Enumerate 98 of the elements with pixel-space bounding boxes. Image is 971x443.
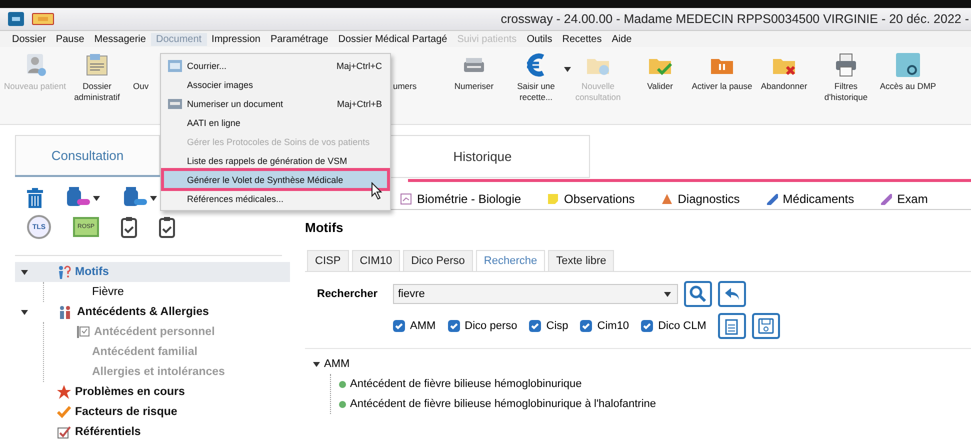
toolbar-button[interactable]: Activer la pause: [691, 52, 753, 92]
menu-option[interactable]: Courrier... Maj+Ctrl+C: [163, 56, 388, 75]
menu-option[interactable]: Générer le Volet de Synthèse Médicale: [163, 170, 388, 189]
toolbar-button[interactable]: Saisir une recette...: [505, 52, 567, 103]
section-title: Motifs: [305, 220, 344, 236]
expand-arrow-icon[interactable]: [20, 270, 28, 274]
mouse-pointer-icon: [371, 182, 383, 200]
clipboard-icon[interactable]: [159, 216, 175, 238]
clipboard-icon[interactable]: [121, 216, 137, 238]
menu-option[interactable]: Numeriser un document Maj+Ctrl+B: [163, 94, 388, 113]
shortcut-label: Maj+Ctrl+B: [336, 98, 382, 108]
toolbar-label[interactable]: Ouv: [133, 81, 163, 92]
sub-tab[interactable]: Texte libre: [548, 250, 614, 271]
menu-item[interactable]: Paramétrage: [265, 32, 334, 46]
menu-item[interactable]: Messagerie: [89, 32, 151, 46]
checkbox-label: Cim10: [597, 320, 630, 332]
capsule-icon: [880, 192, 892, 204]
sub-tab[interactable]: CIM10: [352, 250, 400, 271]
shortcut-label: Maj+Ctrl+C: [336, 60, 382, 70]
document-folder-icon: [84, 52, 110, 78]
trash-icon[interactable]: [27, 188, 43, 208]
document-button[interactable]: [718, 313, 746, 339]
pill-bottle-icon[interactable]: [65, 187, 91, 209]
menu-item[interactable]: Pause: [50, 32, 90, 46]
menu-item[interactable]: Impression: [206, 32, 266, 46]
bullet-dot-icon: [339, 380, 346, 388]
toolbar-button[interactable]: Accès au DMP: [877, 52, 939, 92]
checkbox-label: Dico CLM: [658, 320, 706, 332]
tree-item[interactable]: Facteurs de risque: [75, 406, 178, 418]
person-question-icon: [57, 265, 71, 279]
dropdown-caret-icon[interactable]: [150, 196, 157, 200]
save-icon: [758, 318, 774, 334]
menu-item[interactable]: Aide: [606, 32, 637, 46]
tree-item[interactable]: Référentiels: [75, 426, 141, 438]
checkbox[interactable]: [448, 320, 460, 332]
letter-icon: [168, 60, 182, 72]
window-icon[interactable]: [32, 13, 54, 25]
menu-item[interactable]: Dossier: [7, 32, 51, 46]
toolbar-button[interactable]: Numeriser: [443, 52, 505, 92]
undo-button[interactable]: [718, 281, 746, 307]
menu-option[interactable]: Références médicales...: [163, 189, 388, 208]
toolbar-button[interactable]: Abandonner: [753, 52, 815, 92]
menu-item[interactable]: Outils: [522, 32, 558, 46]
category-tab[interactable]: Exam: [897, 192, 928, 206]
category-tab[interactable]: Médicaments: [782, 192, 854, 206]
checkbox[interactable]: [529, 320, 542, 332]
sub-tab[interactable]: Dico Perso: [403, 250, 473, 271]
category-tab[interactable]: Diagnostics: [678, 192, 740, 206]
expand-arrow-icon[interactable]: [313, 362, 320, 366]
scanner-icon: [168, 98, 182, 108]
sub-tab[interactable]: Recherche: [476, 250, 546, 271]
checkbox[interactable]: [641, 320, 654, 332]
tree-item[interactable]: AMM: [324, 358, 350, 370]
menu-item[interactable]: Dossier Médical Partagé: [333, 32, 452, 46]
search-combo[interactable]: fievre: [393, 284, 678, 304]
toolbar-button[interactable]: Filtres d'historique: [815, 52, 877, 103]
save-button[interactable]: [752, 313, 780, 339]
note-icon: [547, 192, 560, 204]
toolbar-button[interactable]: Dossier administratif: [66, 52, 128, 103]
tree-item[interactable]: Motifs: [75, 266, 109, 278]
check-icon: [57, 405, 71, 419]
app-icon[interactable]: [8, 12, 24, 26]
checkbox[interactable]: [580, 320, 592, 332]
sub-tab[interactable]: CISP: [307, 250, 349, 271]
bullet-dot-icon: [339, 400, 346, 408]
checkbox-label: Dico perso: [464, 320, 518, 332]
toolbar-label[interactable]: umers: [393, 81, 443, 92]
category-tab[interactable]: Biométrie - Biologie: [417, 192, 522, 206]
dropdown-caret-icon[interactable]: [664, 292, 671, 296]
dropdown-caret-icon[interactable]: [93, 196, 100, 200]
search-button[interactable]: [684, 281, 712, 307]
dropdown-caret-icon[interactable]: [564, 67, 571, 72]
star-icon: [57, 385, 71, 399]
tree-item[interactable]: Fièvre: [92, 286, 124, 298]
toolbar-button[interactable]: Valider: [629, 52, 691, 92]
pill-bottle-icon[interactable]: [122, 187, 148, 209]
back-arrow-icon: [723, 286, 741, 302]
search-label: Rechercher: [317, 288, 379, 300]
result-item[interactable]: Antécédent de fièvre bilieuse hémoglobinurique à l'halofantrine: [350, 398, 656, 410]
checkbox-label: AMM: [410, 320, 436, 332]
tree-item[interactable]: Problèmes en cours: [75, 386, 185, 398]
capsule-icon: [766, 192, 778, 204]
menu-item[interactable]: Recettes: [557, 32, 607, 46]
checkbox[interactable]: [393, 320, 405, 332]
people-icon: [57, 305, 73, 319]
printer-icon: [833, 52, 859, 78]
window-title: crossway - 24.00.00 - Madame MEDECIN RPPS0034500 VIRGINIE - 20 déc. 2022 -: [500, 12, 970, 26]
document-icon: [725, 317, 740, 335]
menu-option[interactable]: AATI en ligne: [163, 113, 388, 132]
checkbox-label: Cisp: [546, 320, 568, 332]
category-tab[interactable]: Observations: [564, 192, 635, 206]
menu-option[interactable]: Associer images: [163, 75, 388, 94]
consultation-tab[interactable]: Consultation: [15, 135, 160, 175]
expand-arrow-icon[interactable]: [20, 310, 28, 314]
tree-item[interactable]: Antécédents & Allergies: [77, 306, 209, 318]
check-icon: [57, 425, 71, 439]
search-icon: [689, 285, 707, 303]
result-item[interactable]: Antécédent de fièvre bilieuse hémoglobinurique: [350, 378, 582, 390]
